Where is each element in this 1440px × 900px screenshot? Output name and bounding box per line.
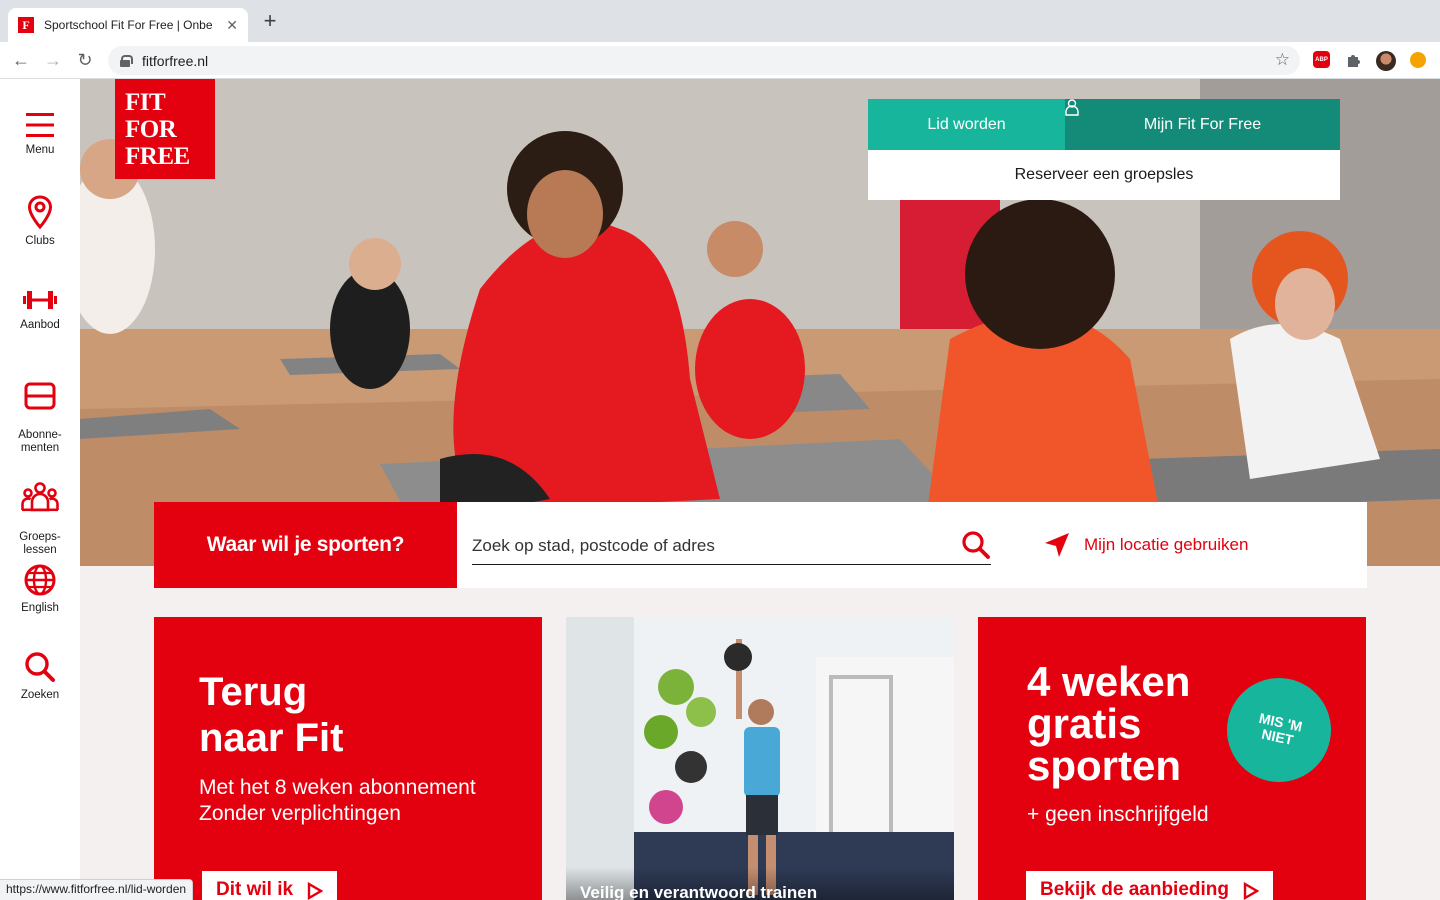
url-text: fitforfree.nl (142, 52, 209, 69)
card-icon (24, 382, 56, 410)
user-icon (1065, 99, 1079, 116)
card-subtitle-line: Zonder verplichtingen (199, 802, 401, 825)
reload-icon[interactable]: ↻ (74, 49, 96, 71)
bookmark-star-icon[interactable]: ☆ (1275, 50, 1290, 70)
play-arrow-icon (1243, 882, 1259, 900)
sidenav-item-clubs[interactable]: Clubs (0, 195, 80, 248)
card-subtitle: Met het 8 weken abonnement Zonder verpli… (199, 775, 519, 827)
hero-cta-box: Lid worden Mijn Fit For Free Reserveer e… (868, 99, 1340, 200)
new-tab-button[interactable]: + (258, 10, 282, 34)
fit-for-free-logo[interactable]: FIT FOR FREE (115, 79, 215, 179)
location-pin-icon (27, 195, 53, 229)
sidenav-item-menu[interactable]: Menu (0, 112, 80, 157)
card-title-line: naar Fit (199, 716, 344, 760)
search-submit-button[interactable] (961, 530, 991, 560)
site-favicon-icon: F (18, 17, 34, 33)
link-status-bar: https://www.fitforfree.nl/lid-worden (0, 879, 194, 900)
group-icon (21, 482, 59, 512)
promo-card-veilig-trainen[interactable]: Veilig en verantwoord trainen (566, 617, 954, 900)
card-subtitle: + geen inschrijfgeld (1027, 803, 1209, 826)
promo-card-4-weken-gratis[interactable]: 4 weken gratis sporten + geen inschrijfg… (978, 617, 1366, 900)
card-title: Terug naar Fit (199, 669, 343, 761)
reserve-group-class-button[interactable]: Reserveer een groepsles (868, 150, 1340, 200)
close-tab-icon[interactable]: ✕ (226, 17, 238, 34)
extensions-puzzle-icon[interactable] (1345, 51, 1363, 69)
location-arrow-icon (1045, 533, 1069, 557)
sidenav-item-aanbod[interactable]: Aanbod (0, 287, 80, 332)
side-navigation: Menu Clubs Aanbod Abonne- menten Groeps-… (0, 79, 80, 900)
back-arrow-icon[interactable]: ← (10, 49, 32, 71)
logo-line: FIT (125, 89, 166, 116)
card-title: 4 weken gratis sporten (1027, 661, 1247, 787)
location-label: Mijn locatie gebruiken (1084, 535, 1249, 554)
logo-line: FREE (125, 143, 190, 170)
button-label: Dit wil ik (216, 879, 294, 900)
search-icon (962, 531, 990, 559)
globe-icon (24, 564, 56, 596)
update-indicator-icon[interactable] (1410, 52, 1426, 68)
search-icon (25, 652, 55, 682)
sidenav-label: Menu (25, 144, 55, 156)
lock-icon (120, 54, 133, 67)
card-title-line: sporten (1027, 742, 1182, 789)
card-subtitle-line: Met het 8 weken abonnement (199, 776, 476, 799)
browser-tab-strip: F Sportschool Fit For Free | Onbe ✕ + (0, 0, 1440, 42)
sidenav-item-english[interactable]: English (0, 564, 80, 615)
main-content: FIT FOR FREE Lid worden Mijn Fit For Fre… (80, 79, 1440, 900)
sidenav-label: Abonne- menten (18, 429, 62, 454)
address-bar[interactable]: fitforfree.nl ☆ (108, 46, 1300, 75)
tab-title: Sportschool Fit For Free | Onbe (44, 18, 213, 32)
sidenav-label: Zoeken (20, 689, 60, 701)
button-label: Bekijk de aanbieding (1040, 879, 1229, 900)
hero-image: FIT FOR FREE Lid worden Mijn Fit For Fre… (80, 79, 1440, 566)
promo-card-terug-naar-fit[interactable]: Terug naar Fit Met het 8 weken abonnemen… (154, 617, 542, 900)
club-search-bar: Waar wil je sporten? Mijn locatie gebrui… (154, 502, 1367, 588)
card-caption: Veilig en verantwoord trainen (580, 883, 818, 900)
dumbbell-icon (23, 291, 57, 309)
profile-avatar[interactable] (1376, 51, 1396, 71)
card-title-line: gratis (1027, 700, 1142, 747)
forward-arrow-icon[interactable]: → (42, 49, 64, 71)
adblock-extension-icon[interactable]: ABP (1313, 51, 1330, 68)
logo-line: FOR (125, 116, 177, 143)
dit-wil-ik-button[interactable]: Dit wil ik (202, 871, 338, 900)
my-account-label: Mijn Fit For Free (1143, 115, 1262, 133)
search-field-wrapper (472, 528, 991, 565)
browser-tab[interactable]: F Sportschool Fit For Free | Onbe ✕ (8, 8, 248, 42)
sidenav-item-groepslessen[interactable]: Groeps- lessen (0, 469, 80, 557)
sidenav-item-abonnementen[interactable]: Abonne- menten (0, 369, 80, 455)
sidenav-label: Groeps- lessen (19, 531, 61, 556)
card-title-line: 4 weken (1027, 658, 1191, 705)
join-button[interactable]: Lid worden (868, 99, 1065, 150)
gym-photo-illustration (566, 617, 954, 900)
browser-toolbar: ← → ↻ fitforfree.nl ☆ ABP (0, 42, 1440, 79)
card-title-line: Terug (199, 670, 308, 714)
hamburger-icon (26, 113, 54, 137)
bekijk-aanbieding-button[interactable]: Bekijk de aanbieding (1026, 871, 1273, 900)
my-account-button[interactable]: Mijn Fit For Free (1065, 99, 1340, 150)
search-heading: Waar wil je sporten? (154, 502, 457, 588)
play-arrow-icon (307, 882, 324, 900)
use-my-location-button[interactable]: Mijn locatie gebruiken (1044, 532, 1248, 558)
sidenav-label: English (21, 602, 59, 614)
sidenav-item-zoeken[interactable]: Zoeken (0, 651, 80, 702)
sidenav-label: Clubs (25, 235, 55, 247)
sidenav-label: Aanbod (20, 319, 60, 331)
club-search-input[interactable] (472, 532, 952, 560)
